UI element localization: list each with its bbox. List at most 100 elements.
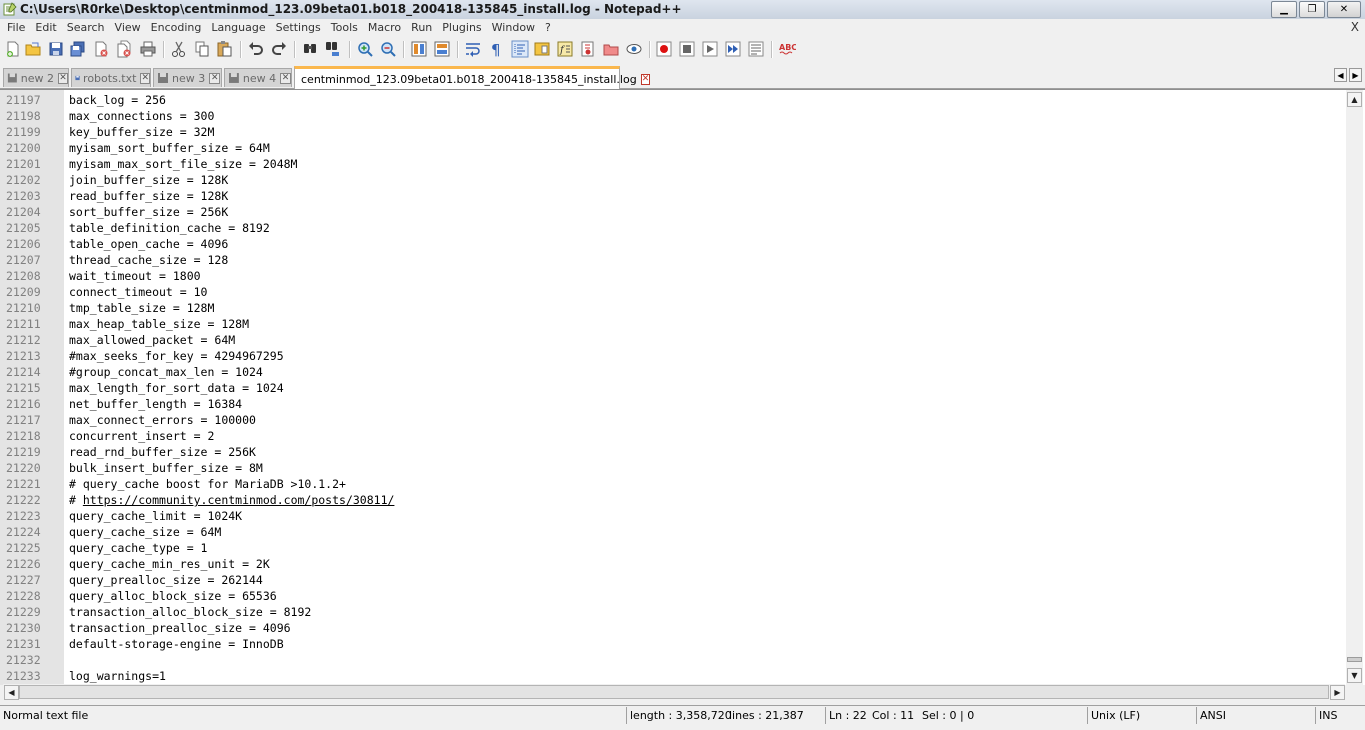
menu-view[interactable]: View <box>110 21 146 35</box>
indent-guide-icon[interactable] <box>511 40 529 58</box>
tab-robots-txt[interactable]: robots.txt ✕ <box>71 68 151 87</box>
close-document-button[interactable]: X <box>1351 20 1359 34</box>
run-macro-multiple-icon[interactable] <box>724 40 742 58</box>
menu-edit[interactable]: Edit <box>30 21 61 35</box>
scroll-left-button[interactable]: ◀ <box>4 685 19 700</box>
open-file-icon[interactable] <box>24 40 42 58</box>
tab-new-2[interactable]: new 2 ✕ <box>3 68 69 87</box>
stop-record-icon[interactable] <box>678 40 696 58</box>
menu-tools[interactable]: Tools <box>326 21 363 35</box>
url-link[interactable]: https://community.centminmod.com/posts/3… <box>83 493 395 507</box>
line-text: query_cache_size = 64M <box>69 525 222 539</box>
paste-icon[interactable] <box>216 40 234 58</box>
tab-close-icon[interactable]: ✕ <box>280 72 291 84</box>
line-text: # query_cache boost for MariaDB >10.1.2+ <box>69 477 346 491</box>
line-number: 21208 <box>6 269 41 283</box>
new-file-icon[interactable] <box>4 40 22 58</box>
text-content[interactable]: 21197 back_log = 256 21198 max_connections … <box>0 92 1345 684</box>
tab-new-3[interactable]: new 3 ✕ <box>153 68 222 87</box>
play-macro-icon[interactable] <box>701 40 719 58</box>
line-text: thread_cache_size = 128 <box>69 253 229 267</box>
close-icon[interactable] <box>92 40 110 58</box>
vertical-scrollbar[interactable]: ▲ ▼ <box>1346 90 1363 685</box>
editor-line: 21216 net_buffer_length = 16384 <box>0 396 1345 412</box>
horizontal-scroll-thumb[interactable] <box>19 685 1329 699</box>
editor-area[interactable]: 21197 back_log = 256 21198 max_connections … <box>0 89 1365 685</box>
zoom-out-icon[interactable] <box>379 40 397 58</box>
replace-icon[interactable] <box>324 40 342 58</box>
find-icon[interactable] <box>301 40 319 58</box>
menu-window[interactable]: Window <box>487 21 540 35</box>
sync-horizontal-icon[interactable] <box>433 40 451 58</box>
scroll-up-button[interactable]: ▲ <box>1347 92 1362 107</box>
tab-close-icon[interactable]: ✕ <box>57 72 68 84</box>
zoom-in-icon[interactable] <box>356 40 374 58</box>
tab-scroll-right-button[interactable]: ▶ <box>1349 68 1362 82</box>
copy-icon[interactable] <box>193 40 211 58</box>
tab-scroll-left-button[interactable]: ◀ <box>1334 68 1347 82</box>
minimize-button[interactable]: ▁ <box>1271 1 1297 18</box>
menu-bar: File Edit Search View Encoding Language Settin… <box>0 19 1365 37</box>
tab-close-icon[interactable]: ✕ <box>209 72 221 84</box>
line-text: query_cache_type = 1 <box>69 541 208 555</box>
toolbar-separator <box>457 41 459 58</box>
vertical-scroll-thumb[interactable] <box>1347 657 1362 662</box>
print-icon[interactable] <box>139 40 157 58</box>
svg-text:¶: ¶ <box>491 41 501 58</box>
monitor-icon[interactable] <box>625 40 643 58</box>
undo-icon[interactable] <box>247 40 265 58</box>
save-all-icon[interactable] <box>69 40 87 58</box>
save-icon[interactable] <box>47 40 65 58</box>
spellcheck-icon[interactable]: ABC <box>778 40 796 58</box>
line-number: 21219 <box>6 445 41 459</box>
line-number: 21230 <box>6 621 41 635</box>
record-macro-icon[interactable] <box>655 40 673 58</box>
editor-line: 21223 query_cache_limit = 1024K <box>0 508 1345 524</box>
line-number: 21226 <box>6 557 41 571</box>
toolbar-separator <box>240 41 242 58</box>
horizontal-scrollbar[interactable]: ◀ ▶ <box>3 684 1345 701</box>
menu-language[interactable]: Language <box>206 21 270 35</box>
folder-icon[interactable] <box>602 40 620 58</box>
cut-icon[interactable] <box>170 40 188 58</box>
editor-line: 21224 query_cache_size = 64M <box>0 524 1345 540</box>
line-number: 21228 <box>6 589 41 603</box>
tab-install-log[interactable]: centminmod_123.09beta01.b018_200418-1358… <box>294 66 651 89</box>
menu-file[interactable]: File <box>2 21 30 35</box>
title-bar: C:\Users\R0rke\Desktop\centminmod_123.09… <box>0 0 1365 20</box>
save-macro-icon[interactable] <box>747 40 765 58</box>
function-list-icon[interactable]: f <box>556 40 574 58</box>
editor-line: 21233 log_warnings=1 <box>0 668 1345 684</box>
line-number: 21227 <box>6 573 41 587</box>
tab-close-icon[interactable]: ✕ <box>640 73 651 85</box>
menu-encoding[interactable]: Encoding <box>146 21 207 35</box>
menu-settings[interactable]: Settings <box>271 21 326 35</box>
close-all-icon[interactable] <box>115 40 133 58</box>
redo-icon[interactable] <box>270 40 288 58</box>
menu-search[interactable]: Search <box>62 21 110 35</box>
line-number: 21210 <box>6 301 41 315</box>
line-text: query_alloc_block_size = 65536 <box>69 589 277 603</box>
scroll-down-button[interactable]: ▼ <box>1347 668 1362 683</box>
show-all-chars-icon[interactable]: ¶ <box>487 40 505 58</box>
editor-line: 21211 max_heap_table_size = 128M <box>0 316 1345 332</box>
scroll-right-button[interactable]: ▶ <box>1330 685 1345 700</box>
close-window-button[interactable]: ✕ <box>1327 1 1361 18</box>
menu-run[interactable]: Run <box>406 21 437 35</box>
maximize-button[interactable]: ❐ <box>1299 1 1325 18</box>
line-text: table_open_cache = 4096 <box>69 237 229 251</box>
line-number: 21231 <box>6 637 41 651</box>
menu-plugins[interactable]: Plugins <box>437 21 486 35</box>
tab-close-icon[interactable]: ✕ <box>140 72 150 84</box>
doc-map-icon[interactable] <box>533 40 551 58</box>
tab-new-4[interactable]: new 4 ✕ <box>224 68 292 87</box>
line-text: query_cache_limit = 1024K <box>69 509 243 523</box>
tab-label: robots.txt <box>83 71 137 85</box>
editor-line: 21229 transaction_alloc_block_size = 8192 <box>0 604 1345 620</box>
word-wrap-icon[interactable] <box>464 40 482 58</box>
menu-help[interactable]: ? <box>540 21 556 35</box>
menu-macro[interactable]: Macro <box>363 21 406 35</box>
sync-vertical-icon[interactable] <box>410 40 428 58</box>
tab-bar: new 2 ✕ robots.txt ✕ new 3 ✕ new 4 ✕ cen… <box>0 66 1365 89</box>
folder-as-workspace-icon[interactable] <box>579 40 597 58</box>
